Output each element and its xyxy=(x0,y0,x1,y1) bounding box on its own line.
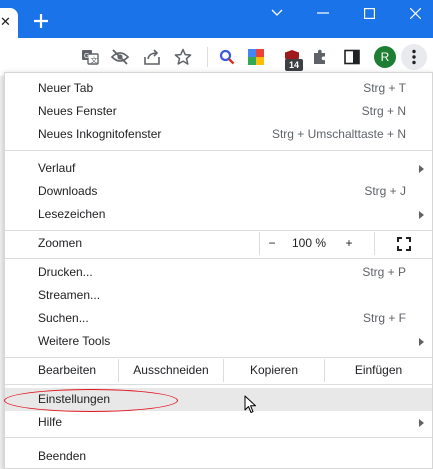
menu-item-shortcut: Strg + N xyxy=(361,104,406,118)
menu-divider xyxy=(5,357,432,358)
puzzle-icon xyxy=(314,49,325,64)
search-extension-icon xyxy=(219,49,235,65)
zoom-in-button[interactable]: + xyxy=(334,232,364,255)
menu-divider xyxy=(5,150,432,151)
menu-item-shortcut: Strg + P xyxy=(362,265,406,279)
submenu-arrow-icon xyxy=(419,419,424,427)
paste-button[interactable]: Einfügen xyxy=(324,359,432,382)
maximize-icon xyxy=(363,7,375,19)
menu-item-label: Lesezeichen xyxy=(38,207,106,221)
close-window-button[interactable] xyxy=(392,0,433,26)
toolbar: G 文 xyxy=(0,38,433,76)
zoom-level: 100 % xyxy=(291,236,327,250)
menu-item-edit: Bearbeiten Ausschneiden Kopieren Einfüge… xyxy=(5,359,432,383)
submenu-arrow-icon xyxy=(419,165,424,173)
menu-item-label: Suchen... xyxy=(38,311,89,325)
star-icon xyxy=(174,48,192,65)
fullscreen-button[interactable] xyxy=(374,232,432,255)
menu-item-shortcut: Strg + Umschalttaste + N xyxy=(271,127,406,141)
svg-text:文: 文 xyxy=(91,56,98,65)
chevron-down-icon xyxy=(271,9,283,16)
submenu-arrow-icon xyxy=(419,211,424,219)
tab-search-button[interactable] xyxy=(254,0,300,26)
menu-item-find[interactable]: Suchen... Strg + F xyxy=(5,307,432,330)
menu-item-incognito[interactable]: Neues Inkognitofenster Strg + Umschaltta… xyxy=(5,123,432,146)
menu-divider xyxy=(5,437,432,438)
extensions-button[interactable] xyxy=(310,47,330,67)
new-tab-button[interactable] xyxy=(30,10,52,32)
close-icon xyxy=(409,7,421,19)
menu-button[interactable] xyxy=(401,44,427,70)
menu-item-label: Verlauf xyxy=(38,161,76,175)
mouse-cursor-icon xyxy=(244,395,256,413)
cut-button[interactable]: Ausschneiden xyxy=(118,359,223,382)
menu-item-downloads[interactable]: Downloads Strg + J xyxy=(5,180,432,203)
edit-label: Bearbeiten xyxy=(38,363,97,377)
third-party-cookies-button[interactable] xyxy=(110,47,130,67)
copy-button[interactable]: Kopieren xyxy=(223,359,324,382)
menu-item-label: Neues Fenster xyxy=(38,104,117,118)
kebab-icon xyxy=(412,49,416,65)
sidebar-icon xyxy=(344,49,360,65)
menu-divider xyxy=(5,258,432,259)
menu-item-shortcut: Strg + F xyxy=(362,311,406,325)
menu-item-label: Drucken... xyxy=(38,265,93,279)
menu-item-more-tools[interactable]: Weitere Tools xyxy=(5,330,432,353)
zoom-out-button[interactable]: − xyxy=(259,232,284,255)
side-panel-button[interactable] xyxy=(342,47,362,67)
extension-google-button[interactable] xyxy=(246,47,266,67)
share-icon xyxy=(144,49,160,65)
menu-item-label: Neuer Tab xyxy=(38,81,94,95)
menu-item-label: Weitere Tools xyxy=(38,334,111,348)
translate-icon: G 文 xyxy=(82,50,99,65)
menu-item-bookmarks[interactable]: Lesezeichen xyxy=(5,203,432,226)
submenu-arrow-icon xyxy=(419,338,424,346)
eye-off-icon xyxy=(110,49,130,65)
svg-text:G: G xyxy=(84,53,89,60)
menu-divider xyxy=(5,230,432,231)
fullscreen-icon xyxy=(396,237,411,251)
menu-divider xyxy=(5,384,432,385)
extension-badge: 14 xyxy=(285,59,303,71)
menu-item-label: Streamen... xyxy=(38,288,101,302)
menu-item-help[interactable]: Hilfe xyxy=(5,411,432,434)
translate-button[interactable]: G 文 xyxy=(80,47,100,67)
menu-item-new-tab[interactable]: Neuer Tab Strg + T xyxy=(5,77,432,100)
menu-item-shortcut: Strg + T xyxy=(363,81,406,95)
profile-avatar[interactable]: R xyxy=(374,46,396,68)
menu-item-label: Beenden xyxy=(38,449,87,463)
menu-item-label: Neues Inkognitofenster xyxy=(38,127,162,141)
menu-item-shortcut: Strg + J xyxy=(364,184,406,198)
title-bar: ✕ xyxy=(0,0,433,38)
menu-item-zoom: Zoomen − 100 % + xyxy=(5,232,432,256)
menu-item-new-window[interactable]: Neues Fenster Strg + N xyxy=(5,100,432,123)
extension-search-button[interactable] xyxy=(217,47,237,67)
maximize-button[interactable] xyxy=(346,0,392,26)
menu-item-label: Downloads xyxy=(38,184,98,198)
share-button[interactable] xyxy=(142,47,162,67)
minimize-button[interactable] xyxy=(300,0,346,26)
menu-item-exit[interactable]: Beenden xyxy=(5,445,432,468)
zoom-label: Zoomen xyxy=(38,236,83,250)
bookmark-star-button[interactable] xyxy=(173,47,193,67)
minimize-icon xyxy=(317,12,329,14)
plus-icon xyxy=(34,14,48,28)
toolbar-separator xyxy=(207,47,208,67)
google-extension-icon xyxy=(248,49,264,65)
tab-close-icon[interactable]: ✕ xyxy=(0,12,11,32)
menu-item-cast[interactable]: Streamen... xyxy=(5,284,432,307)
menu-item-print[interactable]: Drucken... Strg + P xyxy=(5,261,432,284)
menu-item-label: Hilfe xyxy=(38,415,63,429)
menu-item-history[interactable]: Verlauf xyxy=(5,157,432,180)
annotation-circle xyxy=(4,389,178,412)
